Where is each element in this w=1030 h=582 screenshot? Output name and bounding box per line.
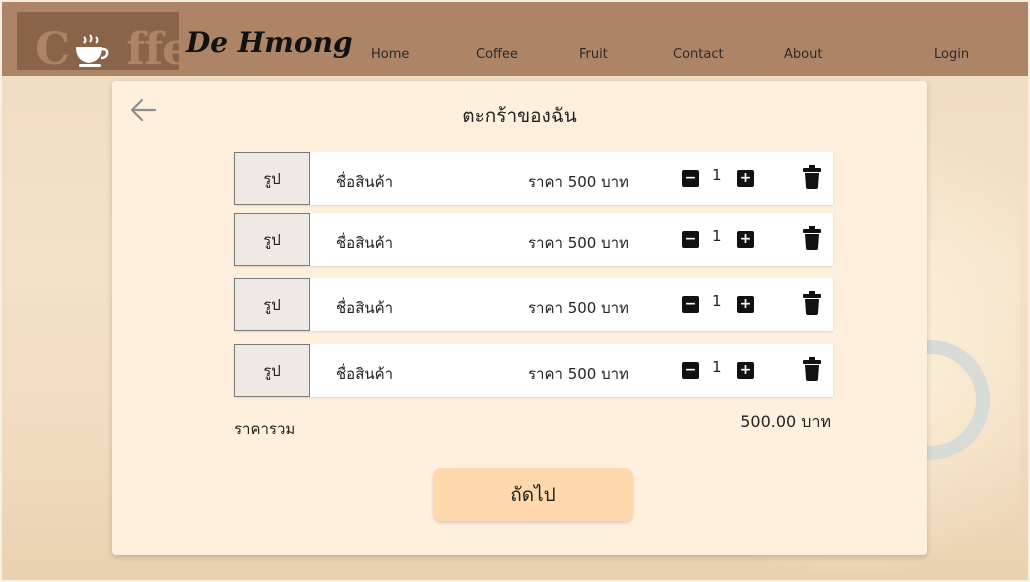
trash-icon[interactable] (803, 291, 821, 315)
product-image-placeholder: รูป (234, 344, 310, 397)
nav-login[interactable]: Login (934, 47, 969, 62)
quantity-value: 1 (712, 166, 722, 184)
trash-icon[interactable] (803, 357, 821, 381)
navbar: C ffee De Hmong Home Coffee Fruit Contac… (2, 2, 1028, 76)
minus-icon[interactable]: − (682, 231, 699, 248)
nav-contact[interactable]: Contact (673, 47, 724, 62)
product-price: ราคา 500 บาท (528, 234, 629, 252)
product-image-placeholder: รูป (234, 278, 310, 331)
product-price: ราคา 500 บาท (528, 365, 629, 383)
trash-icon[interactable] (803, 226, 821, 250)
total-value: 500.00 บาท (740, 412, 831, 431)
trash-icon[interactable] (803, 165, 821, 189)
product-name: ชื่อสินค้า (336, 173, 394, 191)
product-price: ราคา 500 บาท (528, 299, 629, 317)
nav-home[interactable]: Home (371, 47, 409, 62)
product-name: ชื่อสินค้า (336, 299, 394, 317)
nav-fruit[interactable]: Fruit (579, 47, 608, 62)
cart-title: ตะกร้าของฉัน (462, 105, 577, 127)
coffee-cup-icon (76, 34, 109, 67)
plus-icon[interactable]: + (737, 231, 754, 248)
product-name: ชื่อสินค้า (336, 365, 394, 383)
product-name: ชื่อสินค้า (336, 234, 394, 252)
minus-icon[interactable]: − (682, 296, 699, 313)
quantity-value: 1 (712, 292, 722, 310)
cart-panel: ตะกร้าของฉัน รูป ชื่อสินค้า ราคา 500 บาท… (112, 81, 927, 555)
brand-name: De Hmong (186, 26, 353, 59)
product-price: ราคา 500 บาท (528, 173, 629, 191)
product-image-placeholder: รูป (234, 213, 310, 266)
cart-item-row: รูป ชื่อสินค้า ราคา 500 บาท − 1 + (234, 278, 833, 331)
minus-icon[interactable]: − (682, 170, 699, 187)
plus-icon[interactable]: + (737, 362, 754, 379)
cart-item-row: รูป ชื่อสินค้า ราคา 500 บาท − 1 + (234, 213, 833, 266)
logo-box[interactable]: C ffee (17, 12, 217, 75)
cart-item-row: รูป ชื่อสินค้า ราคา 500 บาท − 1 + (234, 152, 833, 205)
nav-about[interactable]: About (784, 47, 822, 62)
product-image-placeholder: รูป (234, 152, 310, 205)
total-label: ราคารวม (234, 420, 296, 438)
next-button[interactable]: ถัดไป (433, 468, 633, 521)
nav-coffee[interactable]: Coffee (476, 47, 518, 62)
quantity-value: 1 (712, 358, 722, 376)
minus-icon[interactable]: − (682, 362, 699, 379)
cart-item-row: รูป ชื่อสินค้า ราคา 500 บาท − 1 + (234, 344, 833, 397)
plus-icon[interactable]: + (737, 170, 754, 187)
plus-icon[interactable]: + (737, 296, 754, 313)
quantity-value: 1 (712, 227, 722, 245)
